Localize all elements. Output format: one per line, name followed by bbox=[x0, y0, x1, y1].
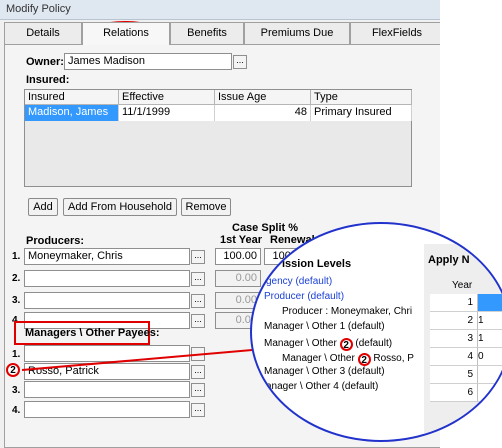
year-cell[interactable]: 1 bbox=[430, 294, 478, 312]
commission-levels-header: ission Levels bbox=[282, 258, 352, 270]
year-value-cell[interactable] bbox=[478, 366, 502, 384]
callout-number-marker: 2 bbox=[339, 338, 353, 351]
year-cell[interactable]: 2 bbox=[430, 312, 478, 330]
tab-relations[interactable]: Relations bbox=[82, 22, 170, 45]
year-column-header: Year bbox=[452, 280, 473, 291]
tree-item-label: Manager \ Other bbox=[282, 353, 355, 364]
year-value-cell[interactable]: 1 bbox=[478, 312, 502, 330]
tree-item-suffix: Rosso, P bbox=[373, 353, 414, 364]
tree-item-label: Manager \ Other bbox=[264, 338, 337, 349]
year-value-cell[interactable]: 1 bbox=[478, 330, 502, 348]
tree-item[interactable]: Manager \ Other 3 (default) bbox=[264, 366, 385, 377]
tree-item[interactable]: gency (default) bbox=[266, 276, 332, 287]
year-cell[interactable]: 3 bbox=[430, 330, 478, 348]
year-cell[interactable]: 6 bbox=[430, 384, 478, 402]
tree-item-suffix: (default) bbox=[355, 338, 393, 349]
year-value-cell[interactable] bbox=[478, 294, 502, 312]
year-value-cell[interactable] bbox=[478, 384, 502, 402]
tree-item[interactable]: Producer (default) bbox=[264, 291, 344, 302]
zoom-magnifier: ission Levels gency (default) Producer (… bbox=[250, 222, 502, 442]
year-cell[interactable]: 4 bbox=[430, 348, 478, 366]
tree-item[interactable]: Manager \ Other 1 (default) bbox=[264, 321, 385, 332]
callout-number-marker: 2 bbox=[357, 353, 371, 366]
tree-item[interactable]: Producer : Moneymaker, Chri bbox=[282, 306, 412, 317]
apply-header: Apply N bbox=[428, 254, 470, 266]
tree-item[interactable]: Manager \ Other 2 (default) bbox=[264, 336, 393, 351]
year-cell[interactable]: 5 bbox=[430, 366, 478, 384]
year-value-cell[interactable]: 0 bbox=[478, 348, 502, 366]
tree-item[interactable]: Manager \ Other 2 Rosso, P bbox=[282, 351, 414, 366]
tree-item[interactable]: anager \ Other 4 (default) bbox=[266, 381, 378, 392]
